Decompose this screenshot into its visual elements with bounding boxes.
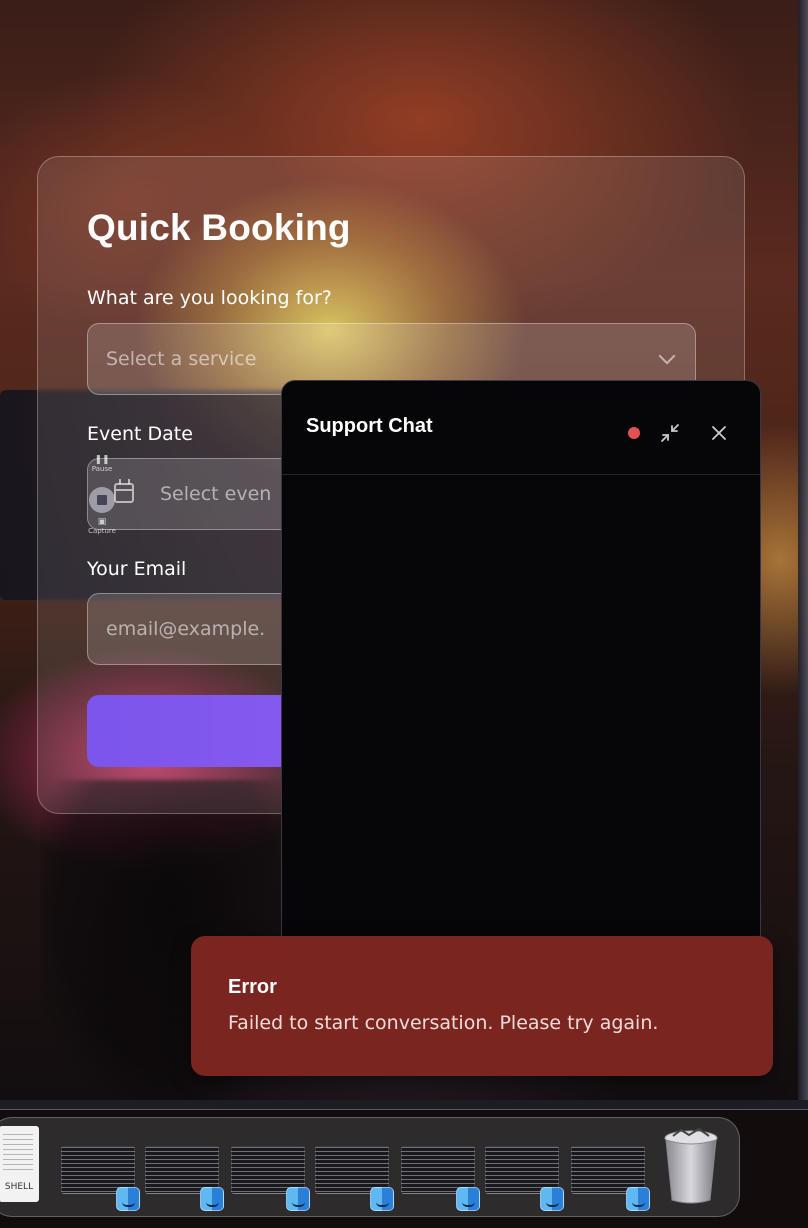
trash-icon[interactable] bbox=[663, 1128, 719, 1204]
dock-window-thumbnail[interactable] bbox=[485, 1146, 564, 1211]
finder-icon bbox=[456, 1187, 480, 1211]
email-label: Your Email bbox=[87, 558, 187, 580]
dock-window-thumbnail[interactable] bbox=[401, 1146, 480, 1211]
chevron-down-icon bbox=[658, 347, 676, 365]
toast-title: Error bbox=[228, 976, 277, 998]
shell-label: SHELL bbox=[4, 1182, 34, 1192]
email-placeholder: email@example. bbox=[106, 618, 266, 640]
booking-title: Quick Booking bbox=[87, 207, 351, 248]
chat-header: Support Chat bbox=[282, 381, 760, 475]
window-edge bbox=[798, 0, 808, 1110]
date-label: Event Date bbox=[87, 423, 193, 445]
window-bottom-edge bbox=[0, 1100, 808, 1110]
dock-window-thumbnail[interactable] bbox=[315, 1146, 394, 1211]
finder-icon bbox=[626, 1187, 650, 1211]
dock-window-thumbnail[interactable] bbox=[145, 1146, 224, 1211]
service-placeholder: Select a service bbox=[106, 348, 257, 370]
finder-icon bbox=[370, 1187, 394, 1211]
pause-icon[interactable]: ❚❚ bbox=[85, 455, 119, 465]
support-chat-panel: Support Chat bbox=[281, 380, 761, 960]
finder-icon bbox=[286, 1187, 310, 1211]
dock-window-thumbnail[interactable] bbox=[571, 1146, 650, 1211]
camera-icon[interactable]: ▣ bbox=[85, 517, 119, 527]
chat-title: Support Chat bbox=[306, 415, 433, 437]
finder-icon bbox=[200, 1187, 224, 1211]
shell-document-icon[interactable]: SHELL bbox=[0, 1126, 39, 1202]
dock-window-thumbnail[interactable] bbox=[61, 1146, 140, 1211]
error-toast: Error Failed to start conversation. Plea… bbox=[191, 936, 773, 1076]
minimize-icon[interactable] bbox=[658, 421, 682, 445]
dock-window-thumbnail[interactable] bbox=[231, 1146, 310, 1211]
toast-message: Failed to start conversation. Please try… bbox=[228, 1012, 659, 1034]
service-label: What are you looking for? bbox=[87, 287, 332, 309]
finder-icon bbox=[540, 1187, 564, 1211]
capture-label: Capture bbox=[88, 527, 116, 535]
stop-recording-icon[interactable] bbox=[89, 487, 115, 513]
finder-icon bbox=[116, 1187, 140, 1211]
dock: SHELL bbox=[0, 1117, 740, 1217]
chat-messages-area[interactable] bbox=[282, 475, 760, 959]
pause-label: Pause bbox=[91, 465, 113, 473]
close-icon[interactable] bbox=[707, 421, 731, 445]
screen-recorder-widget[interactable]: ❚❚ Pause ▣ Capture bbox=[85, 455, 119, 555]
status-indicator bbox=[628, 427, 640, 439]
